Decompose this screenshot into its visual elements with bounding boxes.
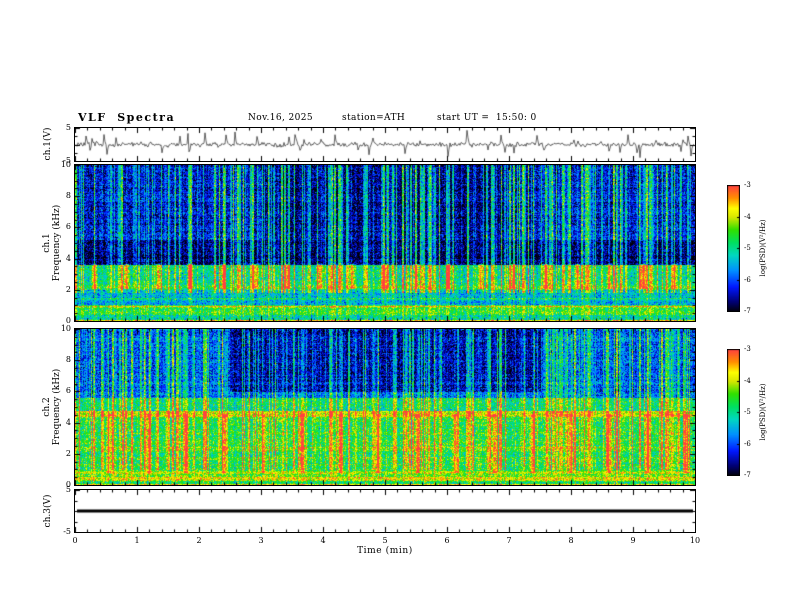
ch1-colorbar [727, 185, 740, 312]
y-tick-label: 8 [65, 191, 71, 201]
x-tick-label: 5 [382, 536, 388, 545]
figure-title: VLF Spectra [78, 111, 176, 124]
header-date: Nov.16, 2025 [248, 113, 314, 123]
ch1-colorbar-axis-label: log(PSD)(V²/Hz) [759, 219, 767, 277]
ch2-spectrogram-canvas [75, 329, 695, 485]
ch1-waveform-canvas [75, 128, 695, 161]
ch1-colorbar-canvas [727, 185, 740, 312]
y-tick-label: 4 [65, 253, 71, 263]
y-tick-label: 10 [60, 324, 71, 333]
x-axis-title: Time (min) [357, 546, 413, 556]
ch1-spectrogram-panel [74, 164, 696, 322]
y-tick-label: 4 [65, 417, 71, 427]
colorbar-tick-label: -6 [744, 275, 751, 284]
ch2-spectrogram-panel [74, 328, 696, 486]
ch1-waveform-panel [74, 127, 696, 162]
y-tick-label: 6 [65, 222, 71, 232]
x-tick-label: 9 [630, 536, 636, 545]
y-tick-label: 8 [65, 355, 71, 365]
vlf-spectra-figure: VLF Spectra Nov.16, 2025 station=ATH sta… [0, 0, 792, 612]
x-tick-label: 6 [444, 536, 450, 545]
x-tick-label: 1 [134, 536, 140, 545]
y-tick-label: 5 [65, 123, 71, 132]
y-tick-label: 2 [65, 448, 71, 458]
ch1-spectrogram-canvas [75, 165, 695, 321]
ch3-waveform-panel [74, 489, 696, 533]
colorbar-tick-label: -3 [744, 345, 751, 353]
colorbar-tick-label: -4 [744, 212, 751, 221]
x-tick-label: 3 [258, 536, 264, 545]
y-tick-label: 10 [60, 160, 71, 169]
x-tick-label: 2 [196, 536, 202, 545]
y-tick-label: 5 [65, 485, 71, 494]
ch1-frequency-axis-label: ch.1 Frequency (kHz) [42, 204, 62, 282]
x-tick-label: 0 [72, 536, 78, 545]
ch3-voltage-axis-label: ch.3(V) [43, 494, 53, 528]
ch1-voltage-axis-label: ch.1(V) [43, 127, 53, 161]
x-tick-label: 4 [320, 536, 326, 545]
colorbar-tick-label: -4 [744, 376, 751, 385]
y-tick-label: 2 [65, 284, 71, 294]
ch2-colorbar-axis-label: log(PSD)(V²/Hz) [759, 383, 767, 441]
y-tick-label: -5 [63, 527, 71, 536]
colorbar-tick-label: -7 [744, 471, 751, 479]
colorbar-tick-label: -5 [744, 408, 751, 416]
colorbar-tick-label: -3 [744, 181, 751, 189]
header-start-ut: start UT = 15:50: 0 [437, 113, 537, 123]
header-station: station=ATH [342, 113, 406, 123]
ch2-colorbar-canvas [727, 349, 740, 476]
y-tick-label: 6 [65, 386, 71, 396]
x-tick-label: 8 [568, 536, 574, 545]
colorbar-tick-label: -5 [744, 244, 751, 252]
ch2-colorbar [727, 349, 740, 476]
x-tick-label: 10 [689, 536, 701, 545]
ch3-waveform-canvas [75, 490, 695, 532]
colorbar-tick-label: -6 [744, 439, 751, 448]
x-tick-label: 7 [506, 536, 512, 545]
ch2-frequency-axis-label: ch.2 Frequency (kHz) [42, 368, 62, 446]
colorbar-tick-label: -7 [744, 307, 751, 315]
